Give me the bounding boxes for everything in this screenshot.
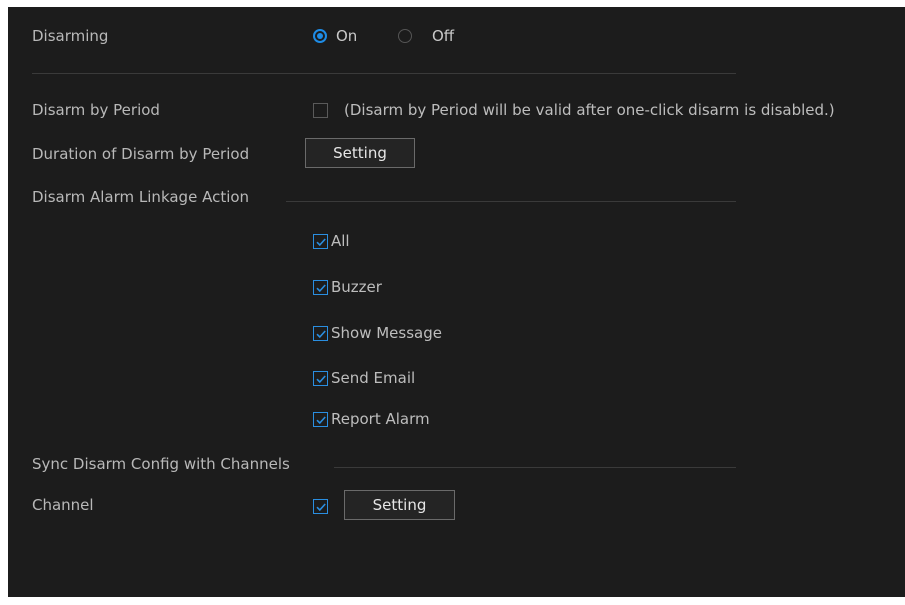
disarm-by-period-checkbox[interactable]	[313, 103, 328, 118]
linkage-report-alarm-checkbox[interactable]	[313, 412, 328, 427]
check-icon	[315, 374, 326, 383]
check-icon	[315, 283, 326, 292]
check-icon	[315, 237, 326, 246]
linkage-buzzer-checkbox[interactable]	[313, 280, 328, 295]
linkage-send-email-checkbox[interactable]	[313, 371, 328, 386]
disarming-label: Disarming	[32, 27, 109, 45]
disarm-by-period-note: (Disarm by Period will be valid after on…	[344, 101, 835, 119]
linkage-show-message-label: Show Message	[331, 324, 442, 342]
disarming-off-label[interactable]: Off	[432, 26, 454, 46]
sync-divider	[334, 467, 736, 468]
disarming-on-label[interactable]: On	[336, 26, 357, 46]
sync-section-label: Sync Disarm Config with Channels	[32, 455, 290, 473]
section-divider	[32, 73, 736, 74]
linkage-show-message-checkbox[interactable]	[313, 326, 328, 341]
check-icon	[315, 502, 326, 511]
channel-setting-button[interactable]: Setting	[344, 490, 455, 520]
linkage-buzzer-label: Buzzer	[331, 278, 382, 296]
duration-label: Duration of Disarm by Period	[32, 145, 250, 163]
linkage-all-checkbox[interactable]	[313, 234, 328, 249]
disarm-by-period-label: Disarm by Period	[32, 101, 160, 119]
linkage-divider	[286, 201, 736, 202]
check-icon	[315, 415, 326, 424]
disarming-settings-panel: Disarming On Off Disarm by Period (Disar…	[8, 7, 905, 597]
channel-label: Channel	[32, 496, 94, 514]
disarming-on-radio[interactable]	[313, 29, 327, 43]
duration-setting-button[interactable]: Setting	[305, 138, 415, 168]
check-icon	[315, 329, 326, 338]
linkage-all-label: All	[331, 232, 350, 250]
linkage-section-label: Disarm Alarm Linkage Action	[32, 188, 250, 206]
channel-checkbox[interactable]	[313, 499, 328, 514]
disarming-off-radio[interactable]	[398, 29, 412, 43]
linkage-send-email-label: Send Email	[331, 369, 416, 387]
linkage-report-alarm-label: Report Alarm	[331, 410, 430, 428]
